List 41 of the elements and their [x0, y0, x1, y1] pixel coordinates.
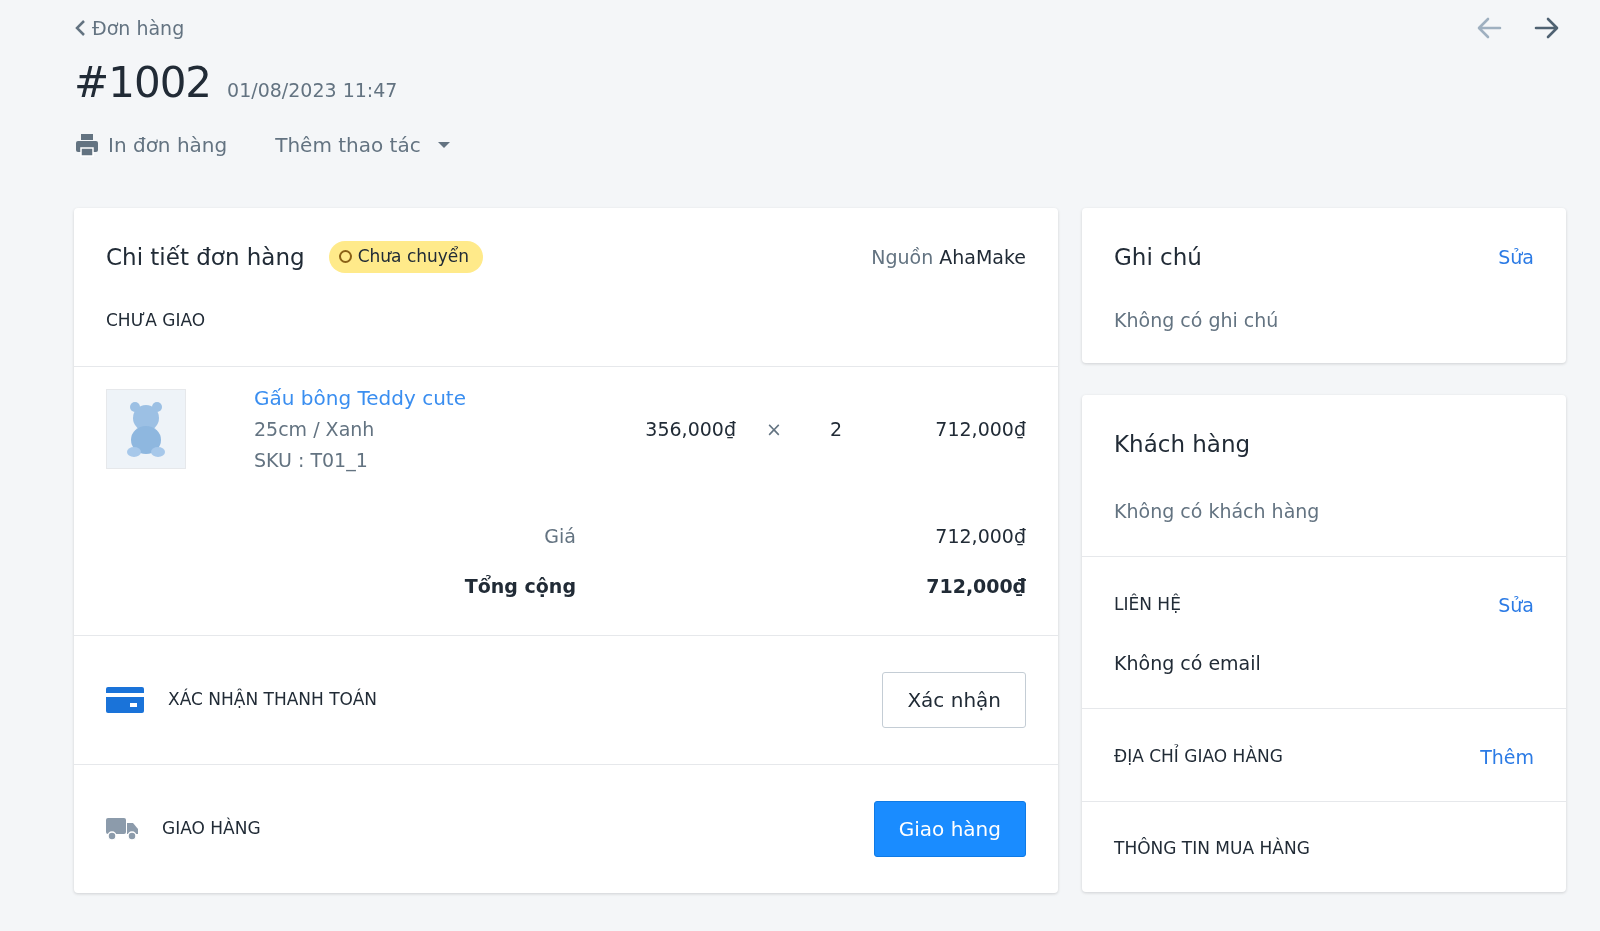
notes-text: Không có ghi chú	[1114, 309, 1279, 331]
order-number: #1002	[74, 56, 212, 109]
product-variant: 25cm / Xanh	[254, 417, 375, 440]
status-badge: Chưa chuyển	[328, 241, 484, 273]
shipping-heading: GIAO HÀNG	[162, 816, 261, 840]
status-ring-icon	[338, 250, 352, 264]
section-text: Không có email	[1114, 652, 1261, 674]
edit-link[interactable]: Sửa	[1498, 242, 1534, 271]
total-label: Tổng cộng	[464, 575, 576, 597]
order-date: 01/08/2023 11:47	[227, 77, 398, 103]
card-title: Chi tiết đơn hàng	[106, 242, 305, 272]
section-action-link[interactable]: Thêm	[1480, 742, 1534, 771]
more-actions-dropdown[interactable]: Thêm thao tác	[275, 129, 451, 160]
confirm-button[interactable]: Xác nhận	[882, 671, 1026, 728]
section-heading: ĐỊA CHỈ GIAO HÀNG	[1114, 744, 1283, 768]
payment-heading: XÁC NHẬN THANH TOÁN	[168, 687, 377, 711]
card-title: Ghi chú	[1114, 242, 1202, 272]
unit-price: 356,000₫	[645, 417, 736, 440]
product-sku: SKU : T01_1	[254, 448, 368, 471]
times-sign: ×	[766, 417, 782, 440]
section-action-link[interactable]: Sửa	[1498, 590, 1534, 619]
caret-down-icon	[436, 140, 451, 149]
section-heading: LIÊN HỆ	[1114, 592, 1181, 616]
order-source: Nguồn AhaMake	[871, 244, 1026, 270]
back-link[interactable]: Đơn hàng	[74, 14, 185, 43]
section-heading: CHƯA GIAO	[106, 310, 206, 330]
printer-icon	[74, 131, 100, 158]
ship-button[interactable]: Giao hàng	[873, 800, 1026, 857]
card-title: Khách hàng	[1114, 429, 1251, 459]
chevron-left-icon	[74, 19, 86, 38]
product-link[interactable]: Gấu bông Teddy cute	[254, 385, 466, 410]
quantity: 2	[829, 417, 843, 440]
line-total: 712,000₫	[935, 417, 1026, 440]
customer-text: Không có khách hàng	[1114, 500, 1320, 522]
subtotal-value: 712,000₫	[935, 524, 1026, 547]
print-order-button[interactable]: In đơn hàng	[74, 129, 228, 160]
total-value: 712,000₫	[926, 575, 1026, 597]
subtotal-label: Giá	[544, 524, 576, 547]
credit-card-icon	[106, 686, 144, 713]
section-heading: THÔNG TIN MUA HÀNG	[1114, 836, 1310, 860]
truck-icon	[106, 816, 138, 841]
